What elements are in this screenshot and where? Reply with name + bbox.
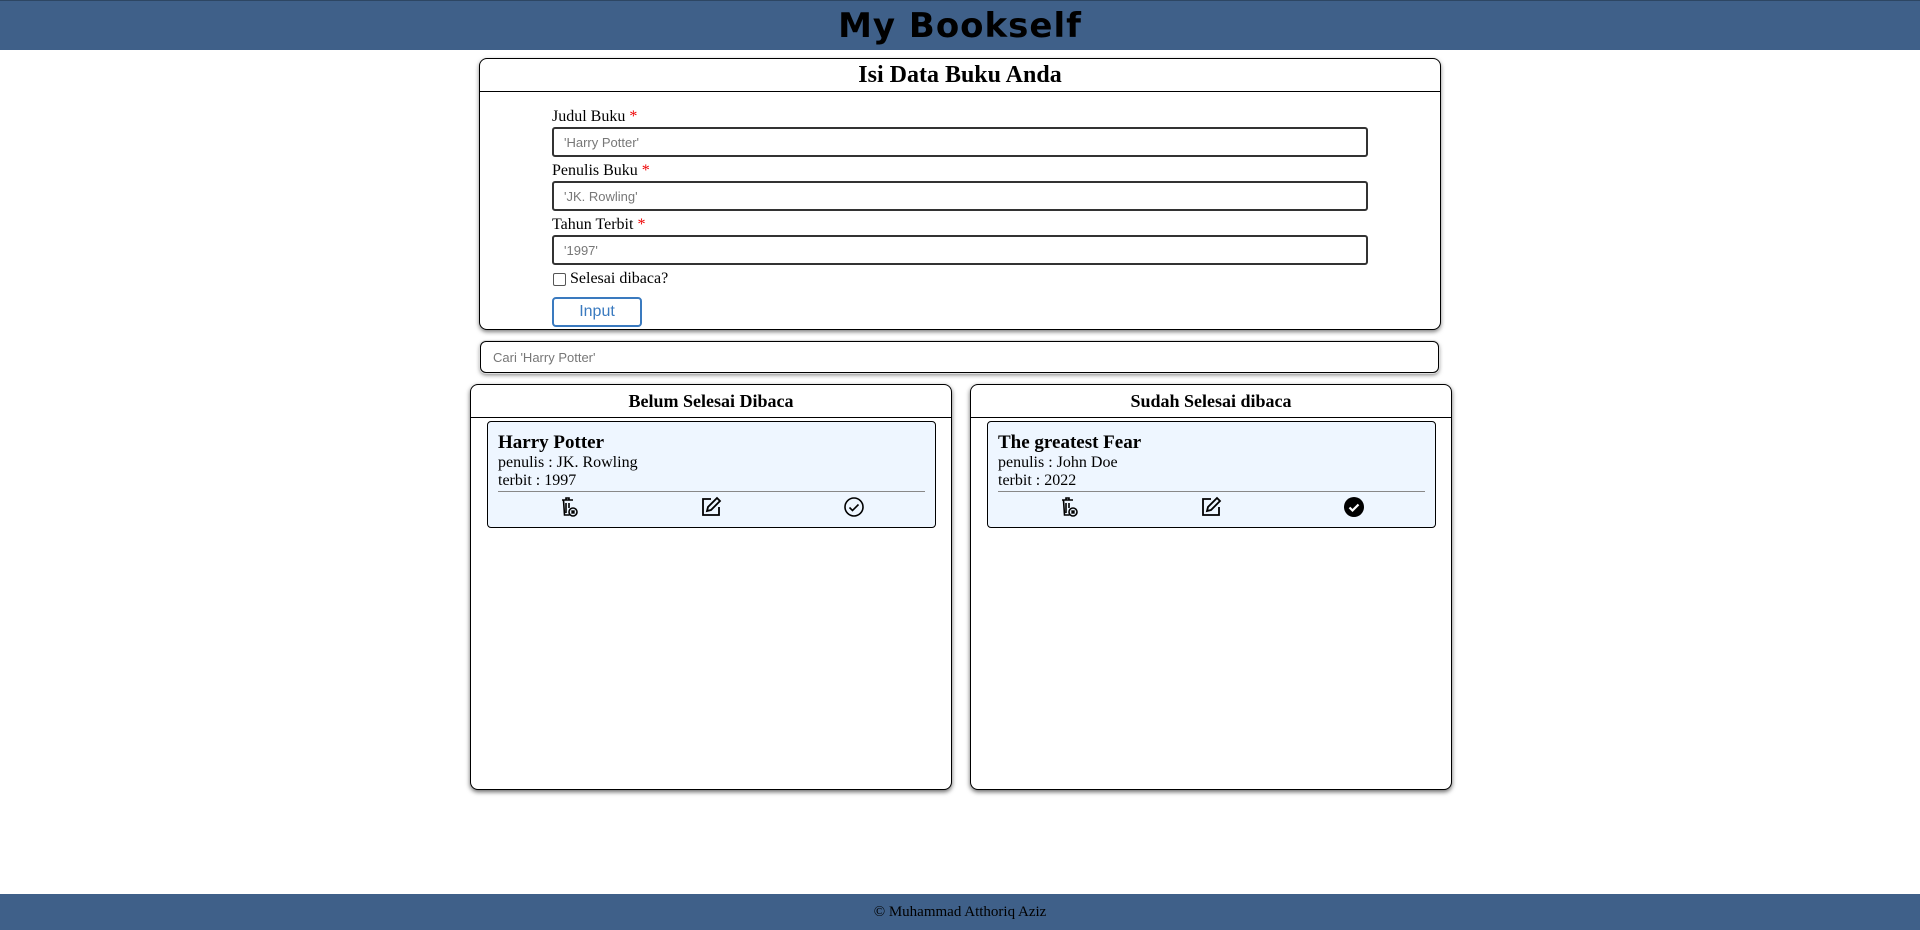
- finished-checkbox-label[interactable]: Selesai dibaca?: [570, 270, 668, 288]
- check-circle-outline-icon[interactable]: [842, 495, 866, 519]
- card-actions: [498, 492, 925, 522]
- app-title: My Bookself: [838, 5, 1082, 46]
- check-circle-filled-icon[interactable]: [1342, 495, 1366, 519]
- required-mark: *: [629, 108, 638, 125]
- card-actions: [998, 492, 1425, 522]
- app-header: My Bookself: [0, 0, 1920, 50]
- year-input[interactable]: '1997': [552, 235, 1368, 265]
- unfinished-shelf-title: Belum Selesai Dibaca: [471, 385, 951, 418]
- book-year: terbit : 2022: [998, 472, 1077, 489]
- edit-icon[interactable]: [1199, 495, 1223, 519]
- book-year: terbit : 1997: [498, 472, 577, 489]
- footer-text: © Muhammad Atthoriq Aziz: [873, 903, 1047, 920]
- trash-icon[interactable]: [1057, 495, 1081, 519]
- title-input-placeholder: 'Harry Potter': [564, 134, 640, 150]
- author-input-placeholder: 'JK. Rowling': [564, 188, 638, 204]
- book-author: penulis : John Doe: [998, 454, 1118, 471]
- book-title: Harry Potter: [498, 432, 605, 453]
- year-field-label: Tahun Terbit *: [552, 216, 646, 233]
- edit-icon[interactable]: [699, 495, 723, 519]
- author-field-label: Penulis Buku *: [552, 162, 650, 179]
- book-author: penulis : JK. Rowling: [498, 454, 638, 471]
- finished-checkbox[interactable]: [553, 272, 566, 286]
- book-card: Harry Potter penulis : JK. Rowling terbi…: [487, 421, 936, 528]
- book-title: The greatest Fear: [998, 432, 1142, 453]
- finished-shelf: Sudah Selesai dibaca The greatest Fear p…: [970, 384, 1452, 790]
- year-input-placeholder: '1997': [564, 242, 598, 258]
- required-mark: *: [637, 216, 646, 233]
- footer: © Muhammad Atthoriq Aziz: [0, 894, 1920, 930]
- trash-icon[interactable]: [557, 495, 581, 519]
- finished-checkbox-row: Selesai dibaca?: [552, 269, 1368, 289]
- book-card: The greatest Fear penulis : John Doe ter…: [987, 421, 1436, 528]
- title-field-label: Judul Buku *: [552, 108, 638, 125]
- search-placeholder: Cari 'Harry Potter': [493, 349, 596, 365]
- book-form: Judul Buku * 'Harry Potter' Penulis Buku…: [552, 107, 1368, 327]
- form-title: Isi Data Buku Anda: [480, 59, 1440, 92]
- book-form-panel: Isi Data Buku Anda Judul Buku * 'Harry P…: [479, 58, 1441, 330]
- input-button[interactable]: Input: [552, 297, 642, 327]
- title-input[interactable]: 'Harry Potter': [552, 127, 1368, 157]
- unfinished-shelf: Belum Selesai Dibaca Harry Potter penuli…: [470, 384, 952, 790]
- author-input[interactable]: 'JK. Rowling': [552, 181, 1368, 211]
- search-input[interactable]: Cari 'Harry Potter': [480, 341, 1439, 373]
- required-mark: *: [641, 162, 650, 179]
- finished-shelf-title: Sudah Selesai dibaca: [971, 385, 1451, 418]
